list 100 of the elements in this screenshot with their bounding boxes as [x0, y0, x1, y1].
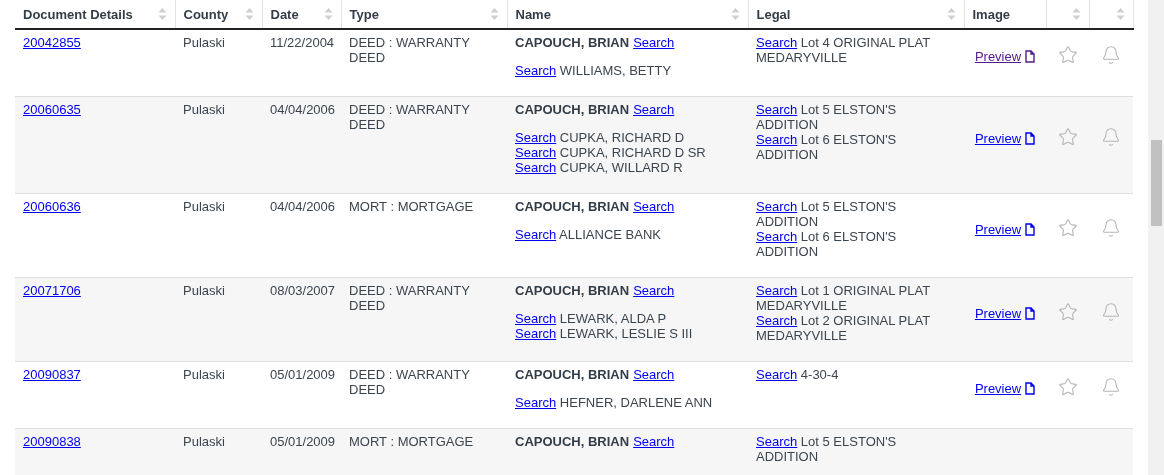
search-link[interactable]: Search: [756, 132, 798, 147]
type-text: MORT : MORTGAGE: [349, 434, 475, 449]
search-link[interactable]: Search: [633, 199, 675, 214]
search-link[interactable]: Search: [515, 63, 557, 78]
legal-description: Search Lot 5 ELSTON'S ADDITION: [756, 199, 898, 229]
owner-name: CAPOUCH, BRIAN: [515, 434, 630, 449]
type-text: DEED : WARRANTY DEED: [349, 35, 471, 65]
legal-description: Search Lot 6 ELSTON'S ADDITION: [756, 229, 898, 259]
legal-description: Search Lot 5 ELSTON'S ADDITION: [756, 102, 898, 132]
search-link[interactable]: Search: [515, 160, 557, 175]
party-name: CUPKA, RICHARD D: [559, 130, 685, 145]
bell-icon[interactable]: [1101, 45, 1121, 65]
document-link[interactable]: 20090838: [23, 434, 81, 449]
document-link[interactable]: 20042855: [23, 35, 81, 50]
search-link[interactable]: Search: [515, 311, 557, 326]
party-name: CUPKA, RICHARD D SR: [559, 145, 706, 160]
search-link[interactable]: Search: [756, 434, 798, 449]
county-text: Pulaski: [183, 102, 225, 117]
search-link[interactable]: Search: [633, 35, 675, 50]
search-link[interactable]: Search: [756, 313, 798, 328]
party-name: CUPKA, WILLARD R: [559, 160, 683, 175]
document-link[interactable]: 20071706: [23, 283, 81, 298]
sort-icon[interactable]: [946, 7, 956, 21]
legal-description: Search Lot 1 ORIGINAL PLAT MEDARYVILLE: [756, 283, 931, 313]
search-link[interactable]: Search: [633, 367, 675, 382]
search-link[interactable]: Search: [756, 367, 798, 382]
document-link[interactable]: 20060636: [23, 199, 81, 214]
search-link[interactable]: Search: [756, 199, 798, 214]
date-text: 04/04/2006: [270, 199, 336, 214]
county-text: Pulaski: [183, 434, 225, 449]
document-icon: [1025, 382, 1036, 395]
bell-icon[interactable]: [1101, 217, 1121, 238]
search-link[interactable]: Search: [633, 283, 675, 298]
document-icon: [1025, 132, 1036, 145]
sort-icon[interactable]: [323, 7, 333, 21]
sort-icon[interactable]: [489, 7, 499, 21]
bell-icon[interactable]: [1101, 127, 1121, 147]
search-link[interactable]: Search: [515, 130, 557, 145]
type-text: DEED : WARRANTY DEED: [349, 367, 471, 397]
bell-icon[interactable]: [1101, 301, 1121, 322]
star-icon[interactable]: [1057, 377, 1078, 397]
star-icon[interactable]: [1057, 301, 1078, 322]
party-name: ALLIANCE BANK: [559, 227, 661, 242]
column-header[interactable]: Document Details: [23, 6, 133, 22]
owner-name: CAPOUCH, BRIAN: [515, 102, 630, 117]
bell-icon[interactable]: [1101, 377, 1121, 397]
party-name: LEWARK, LESLIE S III: [559, 326, 693, 341]
search-link[interactable]: Search: [756, 283, 798, 298]
preview-link[interactable]: Preview: [974, 49, 1036, 64]
scrollbar[interactable]: [1148, 0, 1164, 475]
preview-link[interactable]: Preview: [974, 221, 1036, 237]
date-text: 08/03/2007: [270, 283, 336, 298]
county-text: Pulaski: [183, 199, 225, 214]
owner-name: CAPOUCH, BRIAN: [515, 283, 630, 298]
document-link[interactable]: 20090837: [23, 367, 81, 382]
document-link[interactable]: 20060635: [23, 102, 81, 117]
party-name: HEFNER, DARLENE ANN: [559, 395, 713, 410]
legal-description: Search Lot 2 ORIGINAL PLAT MEDARYVILLE: [756, 313, 931, 343]
column-header[interactable]: Type: [349, 6, 379, 22]
column-header[interactable]: Legal: [756, 6, 791, 22]
search-link[interactable]: Search: [756, 102, 798, 117]
sort-icon[interactable]: [1071, 7, 1081, 21]
date-text: 05/01/2009: [270, 434, 336, 449]
county-text: Pulaski: [183, 367, 225, 382]
search-link[interactable]: Search: [515, 326, 557, 341]
county-text: Pulaski: [183, 35, 225, 50]
search-link[interactable]: Search: [633, 434, 675, 449]
sort-icon[interactable]: [1115, 7, 1125, 21]
search-link[interactable]: Search: [515, 395, 557, 410]
star-icon[interactable]: [1057, 217, 1078, 238]
sort-icon[interactable]: [244, 7, 254, 21]
legal-description: Search Lot 6 ELSTON'S ADDITION: [756, 132, 898, 162]
owner-name: CAPOUCH, BRIAN: [515, 35, 630, 50]
date-text: 05/01/2009: [270, 367, 336, 382]
legal-description: Search 4-30-4: [756, 367, 840, 382]
star-icon[interactable]: [1057, 45, 1078, 65]
column-header[interactable]: County: [183, 6, 229, 22]
search-link[interactable]: Search: [515, 227, 557, 242]
party-name: WILLIAMS, BETTY: [559, 63, 672, 78]
column-header[interactable]: Date: [270, 6, 299, 22]
type-text: DEED : WARRANTY DEED: [349, 283, 471, 313]
search-link[interactable]: Search: [633, 102, 675, 117]
document-icon: [1025, 222, 1036, 236]
date-text: 04/04/2006: [270, 102, 336, 117]
star-icon[interactable]: [1057, 127, 1078, 147]
owner-name: CAPOUCH, BRIAN: [515, 367, 630, 382]
preview-link[interactable]: Preview: [974, 381, 1036, 396]
sort-icon[interactable]: [730, 7, 740, 21]
county-text: Pulaski: [183, 283, 225, 298]
search-link[interactable]: Search: [515, 145, 557, 160]
preview-link[interactable]: Preview: [974, 131, 1036, 146]
column-header[interactable]: Name: [515, 6, 551, 22]
sort-icon[interactable]: [157, 7, 167, 21]
scrollbar-thumb[interactable]: [1150, 140, 1162, 226]
type-text: MORT : MORTGAGE: [349, 199, 475, 214]
owner-name: CAPOUCH, BRIAN: [515, 199, 630, 214]
column-header[interactable]: Image: [972, 6, 1011, 22]
preview-link[interactable]: Preview: [974, 305, 1036, 321]
search-link[interactable]: Search: [756, 229, 798, 244]
search-link[interactable]: Search: [756, 35, 798, 50]
